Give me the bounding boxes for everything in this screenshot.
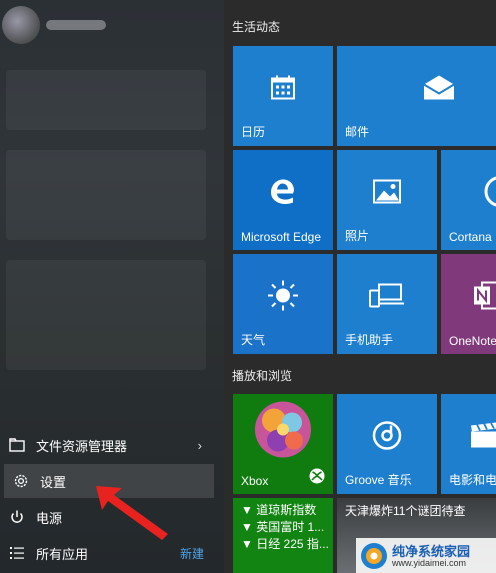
user-avatar[interactable] (2, 6, 40, 44)
photo-icon (372, 179, 402, 210)
tile-photos[interactable]: 照片 (337, 150, 437, 250)
clapperboard-icon (469, 422, 496, 455)
tile-phone-companion[interactable]: 手机助手 (337, 254, 437, 354)
cortana-icon (482, 174, 496, 215)
tile-label: Cortana (449, 230, 492, 244)
tile-cortana[interactable]: Cortana (441, 150, 496, 250)
tile-label: 日历 (241, 125, 266, 139)
tile-calendar[interactable]: 日历 (233, 46, 333, 146)
tile-xbox[interactable]: Xbox (233, 394, 333, 494)
tile-edge[interactable]: Microsoft Edge (233, 150, 333, 250)
watermark: 纯净系统家园 www.yidaimei.com (356, 538, 496, 573)
watermark-url: www.yidaimei.com (392, 558, 467, 568)
finance-item: ▼ 日经 225 指... (241, 537, 329, 551)
sun-icon (266, 279, 300, 318)
tile-onenote[interactable]: OneNote (441, 254, 496, 354)
tile-mail[interactable]: 邮件 (337, 46, 496, 146)
news-headline: 天津爆炸11个谜团待查 (345, 504, 466, 518)
gear-icon (12, 472, 30, 490)
group-title-life: 生活动态 (232, 20, 281, 34)
tile-label: 邮件 (345, 125, 370, 139)
tile-weather[interactable]: 天气 (233, 254, 333, 354)
start-left-pane: 文件资源管理器 › 设置 电源 所有应用 新建 (0, 0, 224, 573)
tile-label: Xbox (241, 474, 269, 488)
xbox-icon (309, 468, 325, 489)
finance-item: ▼ 道琼斯指数 (241, 503, 317, 517)
finance-item: ▼ 英国富时 1... (241, 520, 325, 534)
finance-list: ▼ 道琼斯指数 ▼ 英国富时 1... ▼ 日经 225 指... (233, 498, 333, 553)
menu-item-label: 电源 (36, 510, 63, 526)
xbox-art-image (254, 401, 312, 464)
calendar-icon (269, 74, 297, 107)
new-badge: 新建 (179, 546, 204, 561)
tile-label: Groove 音乐 (345, 473, 412, 487)
edge-icon (268, 177, 298, 212)
onenote-icon (472, 281, 496, 316)
power-icon (8, 508, 26, 526)
menu-item-label: 设置 (40, 474, 67, 490)
tile-label: 照片 (345, 229, 370, 243)
blurred-area (6, 150, 206, 240)
group-title-play: 播放和浏览 (232, 369, 293, 383)
mail-icon (422, 75, 456, 106)
tile-label: 电影和电 (449, 473, 496, 487)
blurred-area (6, 70, 206, 130)
blurred-area (6, 260, 206, 370)
red-arrow-annotation (96, 486, 168, 540)
tile-label: 天气 (241, 333, 266, 347)
chevron-right-icon[interactable]: › (198, 438, 202, 453)
groove-icon (371, 420, 403, 457)
tile-finance[interactable]: ▼ 道琼斯指数 ▼ 英国富时 1... ▼ 日经 225 指... (233, 498, 333, 573)
tile-label: OneNote (449, 334, 496, 348)
phone-laptop-icon (369, 283, 405, 314)
tile-label: Microsoft Edge (241, 230, 322, 244)
tile-groove-music[interactable]: Groove 音乐 (337, 394, 437, 494)
tile-label: 手机助手 (345, 333, 394, 347)
menu-item-label: 文件资源管理器 (36, 438, 128, 454)
list-icon (8, 544, 26, 562)
menu-item-label: 所有应用 (36, 546, 89, 562)
tile-movies-tv[interactable]: 电影和电 (441, 394, 496, 494)
watermark-logo (361, 543, 387, 569)
folder-icon (8, 436, 26, 454)
user-name[interactable] (46, 20, 106, 30)
menu-item-file-explorer[interactable]: 文件资源管理器 › (0, 428, 224, 462)
